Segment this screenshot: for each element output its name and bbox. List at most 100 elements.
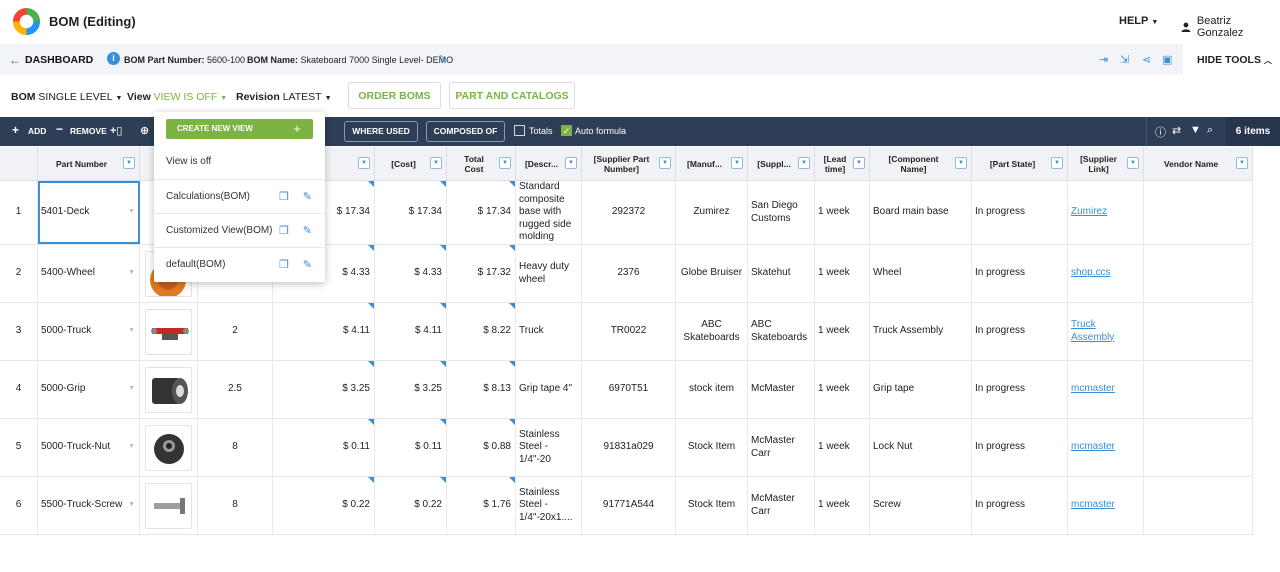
vendor-name-cell[interactable] — [1144, 477, 1253, 534]
lead-time-cell[interactable]: 1 week — [815, 245, 870, 302]
back-arrow-icon[interactable]: ← — [9, 53, 21, 67]
filter-icon[interactable]: ▼ — [853, 157, 865, 169]
total-cost-cell[interactable]: $ 17.32 — [447, 245, 516, 302]
total-cost-cell[interactable]: $ 8.22 — [447, 303, 516, 360]
filter-icon[interactable]: ▼ — [659, 157, 671, 169]
filter-icon[interactable]: ▼ — [1190, 124, 1201, 136]
copy-icon[interactable]: ❐ — [279, 258, 289, 271]
part-number-cell[interactable]: 5401-Deck ▼ — [38, 181, 140, 244]
component-name-cell[interactable]: Lock Nut — [870, 419, 972, 476]
view-select[interactable]: View VIEW IS OFF ▼ — [127, 91, 227, 103]
filter-icon[interactable]: ▼ — [565, 157, 577, 169]
lead-time-cell[interactable]: 1 week — [815, 419, 870, 476]
header-description[interactable]: [Descr... ▼ — [516, 147, 582, 181]
description-cell[interactable]: Heavy duty wheel — [516, 245, 582, 302]
total-cost-cell[interactable]: $ 1.76 — [447, 477, 516, 534]
header-supplier-part-number[interactable]: [Supplier Part Number] ▼ — [582, 147, 676, 181]
chevron-down-icon[interactable]: ▼ — [128, 441, 135, 454]
header-supplier[interactable]: [Suppl... ▼ — [748, 147, 815, 181]
unit-cost-cell[interactable]: $ 0.11 — [273, 419, 375, 476]
description-cell[interactable]: Stainless Steel - 1/4"-20 — [516, 419, 582, 476]
total-cost-cell[interactable]: $ 17.34 — [447, 181, 516, 244]
lead-time-cell[interactable]: 1 week — [815, 477, 870, 534]
supplier-part-number-cell[interactable]: 6970T51 — [582, 361, 676, 418]
header-total-cost[interactable]: Total Cost ▼ — [447, 147, 516, 181]
supplier-cell[interactable]: ABC Skateboards — [748, 303, 815, 360]
total-cost-cell[interactable]: $ 0.88 — [447, 419, 516, 476]
chevron-down-icon[interactable]: ▼ — [128, 383, 135, 396]
swap-icon[interactable]: ⇄ — [1172, 124, 1181, 137]
dashboard-link[interactable]: DASHBOARD — [25, 54, 93, 66]
filter-icon[interactable]: ▼ — [1051, 157, 1063, 169]
cost-cell[interactable]: $ 0.22 — [375, 477, 447, 534]
bom-level-select[interactable]: BOM SINGLE LEVEL ▼ — [11, 91, 122, 103]
add-icon[interactable]: + — [12, 123, 19, 137]
help-menu[interactable]: HELP ▼ — [1119, 15, 1158, 27]
manufacturer-cell[interactable]: Globe Bruiser — [676, 245, 748, 302]
manufacturer-cell[interactable]: stock item — [676, 361, 748, 418]
supplier-link[interactable]: Zumirez — [1071, 206, 1107, 219]
revision-select[interactable]: Revision LATEST ▼ — [236, 91, 332, 103]
table-row[interactable]: 6 5500-Truck-Screw ▼ 8 $ 0.22 $ 0.22 $ 1.76 Sta… — [0, 477, 1253, 535]
user-menu[interactable]: Beatriz Gonzalez — [1181, 15, 1280, 39]
cost-cell[interactable]: $ 17.34 — [375, 181, 447, 244]
header-cost[interactable]: [Cost] ▼ — [375, 147, 447, 181]
cost-cell[interactable]: $ 3.25 — [375, 361, 447, 418]
header-part-number[interactable]: Part Number ▼ — [38, 147, 140, 181]
filter-icon[interactable]: ▼ — [1127, 157, 1139, 169]
header-supplier-link[interactable]: [Supplier Link] ▼ — [1068, 147, 1144, 181]
unit-cost-cell[interactable]: $ 0.22 — [273, 477, 375, 534]
view-option-off[interactable]: View is off — [154, 145, 325, 179]
insert-column-icon[interactable]: +▯ — [110, 124, 122, 137]
description-cell[interactable]: Stainless Steel - 1/4"-20x1.... — [516, 477, 582, 534]
supplier-link[interactable]: mcmaster — [1071, 441, 1115, 454]
quantity-cell[interactable]: 2.5 — [198, 361, 273, 418]
chevron-down-icon[interactable]: ▼ — [128, 325, 135, 338]
header-lead-time[interactable]: [Lead time] ▼ — [815, 147, 870, 181]
part-catalogs-button[interactable]: PART AND CATALOGS — [449, 82, 575, 109]
supplier-link-cell[interactable]: mcmaster — [1068, 361, 1144, 418]
supplier-part-number-cell[interactable]: 91831a029 — [582, 419, 676, 476]
edit-name-pencil-icon[interactable]: ✎ — [438, 53, 447, 66]
part-state-cell[interactable]: In progress — [972, 477, 1068, 534]
manufacturer-cell[interactable]: ABC Skateboards — [676, 303, 748, 360]
supplier-cell[interactable]: San Diego Customs — [748, 181, 815, 244]
part-number-cell[interactable]: 5000-Truck-Nut ▼ — [38, 419, 140, 476]
vendor-name-cell[interactable] — [1144, 361, 1253, 418]
copy-icon[interactable]: ❐ — [279, 224, 289, 237]
part-state-cell[interactable]: In progress — [972, 361, 1068, 418]
supplier-cell[interactable]: Skatehut — [748, 245, 815, 302]
chevron-down-icon[interactable]: ▼ — [128, 267, 135, 280]
supplier-link-cell[interactable]: Zumirez — [1068, 181, 1144, 244]
manufacturer-cell[interactable]: Stock Item — [676, 419, 748, 476]
edit-pencil-icon[interactable]: ✎ — [303, 190, 312, 203]
table-row[interactable]: 5 5000-Truck-Nut ▼ 8 $ 0.11 $ 0.11 $ 0.88 Stain… — [0, 419, 1253, 477]
export-icon[interactable]: ⇲ — [1120, 53, 1129, 66]
filter-icon[interactable]: ▼ — [123, 157, 135, 169]
supplier-cell[interactable]: McMaster — [748, 361, 815, 418]
supplier-link-cell[interactable]: shop.ccs — [1068, 245, 1144, 302]
remove-button[interactable]: REMOVE — [70, 126, 107, 136]
lead-time-cell[interactable]: 1 week — [815, 361, 870, 418]
manufacturer-cell[interactable]: Stock Item — [676, 477, 748, 534]
supplier-link[interactable]: Truck Assembly — [1071, 319, 1140, 344]
supplier-link[interactable]: shop.ccs — [1071, 267, 1110, 280]
image-cell[interactable] — [140, 419, 198, 476]
auto-formula-checkbox[interactable]: ✓ — [561, 125, 572, 136]
part-image[interactable] — [145, 308, 192, 355]
supplier-part-number-cell[interactable]: 292372 — [582, 181, 676, 244]
share-icon[interactable]: ⋖ — [1142, 53, 1151, 66]
remove-icon[interactable]: − — [56, 122, 63, 136]
image-cell[interactable] — [140, 303, 198, 360]
description-cell[interactable]: Standard composite base with rugged side… — [516, 181, 582, 244]
hide-tools-button[interactable]: HIDE TOOLS ︿ — [1183, 44, 1280, 75]
part-image[interactable] — [145, 424, 192, 471]
manufacturer-cell[interactable]: Zumirez — [676, 181, 748, 244]
component-name-cell[interactable]: Wheel — [870, 245, 972, 302]
part-state-cell[interactable]: In progress — [972, 245, 1068, 302]
filter-icon[interactable]: ▼ — [955, 157, 967, 169]
edit-pencil-icon[interactable]: ✎ — [303, 258, 312, 271]
supplier-part-number-cell[interactable]: TR0022 — [582, 303, 676, 360]
chevron-down-icon[interactable]: ▼ — [128, 499, 135, 512]
supplier-link-cell[interactable]: mcmaster — [1068, 419, 1144, 476]
